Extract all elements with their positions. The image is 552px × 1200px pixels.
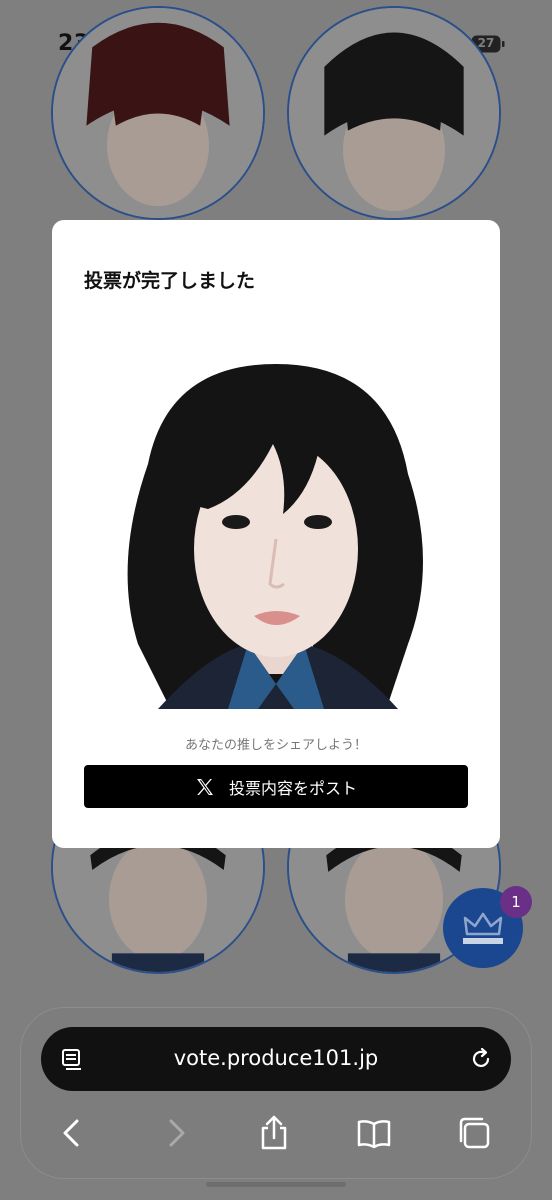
share-button[interactable]: [256, 1115, 292, 1151]
address-bar[interactable]: vote.produce101.jp: [41, 1027, 511, 1091]
reload-icon[interactable]: [469, 1047, 493, 1071]
post-to-x-button[interactable]: 投票内容をポスト: [84, 765, 468, 808]
share-icon: [261, 1115, 287, 1150]
modal-title: 投票が完了しました: [84, 270, 256, 292]
post-button-label: 投票内容をポスト: [228, 778, 357, 798]
tabs-icon: [459, 1117, 490, 1149]
crown-icon: [463, 912, 503, 944]
book-icon: [357, 1120, 391, 1149]
chevron-left-icon: [63, 1119, 79, 1147]
x-logo-icon: [196, 778, 213, 795]
vote-complete-modal: 投票が完了しました あなたの推しをシェアしよう！ 投票内容をポスト: [52, 220, 500, 848]
candidate-portrait[interactable]: [51, 6, 265, 220]
candidate-portrait[interactable]: [287, 6, 501, 220]
browser-toolbar: vote.produce101.jp: [20, 1007, 532, 1179]
home-indicator: [206, 1182, 346, 1187]
back-button[interactable]: [54, 1115, 90, 1151]
voted-candidate-photo: [108, 344, 444, 709]
share-hint: あなたの推しをシェアしよう！: [184, 738, 367, 753]
forward-button[interactable]: [158, 1115, 194, 1151]
chevron-right-icon: [169, 1119, 185, 1147]
tabs-button[interactable]: [456, 1115, 492, 1151]
notification-badge: 1: [500, 886, 532, 918]
bookmarks-button[interactable]: [356, 1115, 392, 1151]
url-text: vote.produce101.jp: [173, 1046, 379, 1070]
